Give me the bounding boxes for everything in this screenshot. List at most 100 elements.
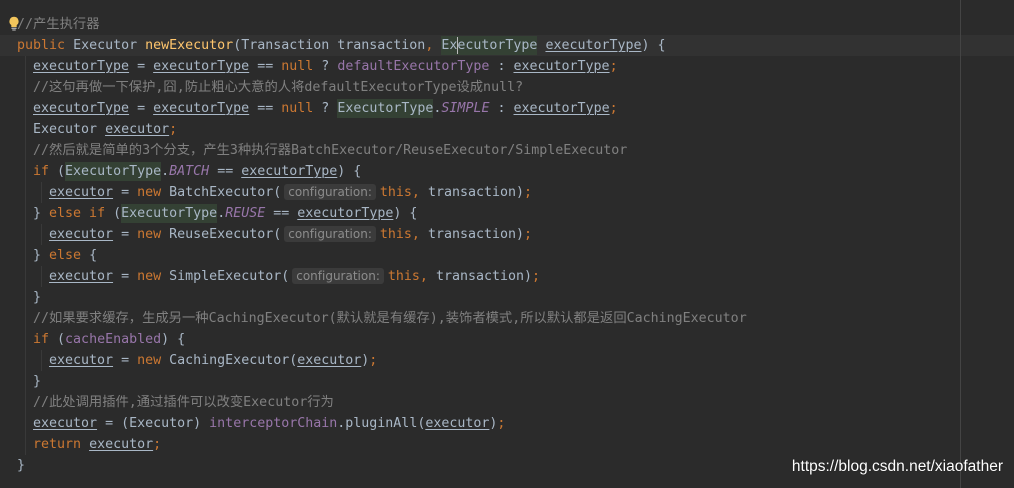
code-line[interactable]: Executor executor; — [0, 119, 1014, 140]
parameter-name-hint: configuration: — [284, 184, 376, 200]
code-line[interactable]: executor = (Executor) interceptorChain.p… — [0, 413, 1014, 434]
keyword-token: new — [137, 269, 162, 284]
code-line[interactable]: //如果要求缓存，生成另一种CachingExecutor(默认就是有缓存),装… — [0, 308, 1014, 329]
operator: == — [257, 59, 274, 74]
operator: : — [497, 101, 506, 116]
code-text: ) { — [337, 164, 362, 179]
code-line[interactable]: executor = new BatchExecutor(configurati… — [0, 182, 1014, 203]
keyword-token: new — [137, 227, 162, 242]
field-reference: defaultExecutorType — [337, 59, 490, 74]
code-line[interactable]: executor = new ReuseExecutor(configurati… — [0, 224, 1014, 245]
code-comment: //然后就是简单的3个分支，产生3种执行器BatchExecutor/Reuse… — [33, 143, 628, 158]
variable-reference: executorType — [241, 164, 338, 179]
code-line[interactable]: return executor; — [0, 434, 1014, 455]
field-reference: interceptorChain — [209, 416, 338, 431]
text-caret — [457, 37, 459, 54]
code-line[interactable]: executor = new SimpleExecutor(configurat… — [0, 266, 1014, 287]
parameter-list-text: (Transaction transaction — [233, 38, 426, 53]
code-line[interactable]: //这句再做一下保护,囧,防止粗心大意的人将defaultExecutorTyp… — [0, 77, 1014, 98]
enum-constant: BATCH — [169, 164, 210, 179]
operator: = — [121, 185, 130, 200]
punctuation: , — [411, 185, 420, 200]
punctuation: ; — [524, 227, 533, 242]
code-line[interactable]: //然后就是简单的3个分支，产生3种执行器BatchExecutor/Reuse… — [0, 140, 1014, 161]
operator: = — [105, 416, 114, 431]
code-line[interactable]: if (cacheEnabled) { — [0, 329, 1014, 350]
constructor-call: SimpleExecutor( — [169, 269, 290, 284]
code-text: { — [89, 248, 98, 263]
operator: ? — [321, 59, 330, 74]
operator: == — [273, 206, 290, 221]
variable-reference: executor — [297, 353, 362, 368]
punctuation: ; — [532, 269, 541, 284]
code-line[interactable]: } else if (ExecutorType.REUSE == executo… — [0, 203, 1014, 224]
keyword-token: else — [49, 248, 82, 263]
punctuation: ; — [497, 416, 506, 431]
code-text: transaction) — [427, 185, 525, 200]
code-line[interactable]: executorType = executorType == null ? de… — [0, 56, 1014, 77]
field-reference: cacheEnabled — [65, 332, 162, 347]
method-call: .pluginAll( — [337, 416, 426, 431]
code-line[interactable]: //此处调用插件,通过插件可以改变Executor行为 — [0, 392, 1014, 413]
keyword-token: return — [33, 437, 82, 452]
code-text: ) { — [641, 38, 666, 53]
operator: == — [257, 101, 274, 116]
variable-reference: executorType — [33, 101, 130, 116]
keyword-token: null — [281, 59, 314, 74]
code-comment: //这句再做一下保护,囧,防止粗心大意的人将defaultExecutorTyp… — [33, 80, 524, 95]
type-usage-highlight: ExecutorType — [65, 162, 162, 181]
enum-constant: REUSE — [225, 206, 266, 221]
variable-reference: executorType — [513, 59, 610, 74]
operator: = — [137, 101, 146, 116]
code-text: } — [17, 458, 26, 473]
keyword-token: null — [281, 101, 314, 116]
method-declaration-name: newExecutor — [145, 38, 234, 53]
code-line[interactable]: if (ExecutorType.BATCH == executorType) … — [0, 161, 1014, 182]
variable-reference: executor — [89, 437, 154, 452]
code-area[interactable]: //产生执行器 public Executor newExecutor(Tran… — [0, 14, 1014, 476]
type-name: Executor — [33, 122, 98, 137]
punctuation: ; — [369, 353, 378, 368]
code-line[interactable]: } — [0, 287, 1014, 308]
punctuation: ; — [609, 101, 618, 116]
lightbulb-icon[interactable] — [8, 16, 20, 31]
keyword-token: if — [33, 164, 50, 179]
variable-reference: executor — [425, 416, 490, 431]
code-text: } — [33, 248, 42, 263]
enum-constant: SIMPLE — [441, 101, 490, 116]
constructor-call: ReuseExecutor( — [169, 227, 282, 242]
code-text: ( — [113, 206, 122, 221]
operator: = — [121, 269, 130, 284]
code-line[interactable]: //产生执行器 — [0, 14, 1014, 35]
code-text: transaction) — [435, 269, 533, 284]
variable-reference: executor — [49, 353, 114, 368]
variable-reference: executor — [33, 416, 98, 431]
punctuation: , — [411, 227, 420, 242]
code-text: ( — [57, 164, 66, 179]
keyword-token: new — [137, 353, 162, 368]
punctuation: ; — [169, 122, 178, 137]
punctuation: ; — [524, 185, 533, 200]
variable-reference: executorType — [545, 38, 642, 53]
code-line[interactable]: executor = new CachingExecutor(executor)… — [0, 350, 1014, 371]
punctuation: , — [419, 269, 428, 284]
type-usage-highlight: ExecutorType — [441, 36, 538, 55]
code-line[interactable]: public Executor newExecutor(Transaction … — [0, 35, 1014, 56]
code-line[interactable]: } else { — [0, 245, 1014, 266]
code-comment: //此处调用插件,通过插件可以改变Executor行为 — [33, 395, 334, 410]
punctuation: ; — [153, 437, 162, 452]
keyword-token: public — [17, 38, 66, 53]
code-line[interactable]: executorType = executorType == null ? Ex… — [0, 98, 1014, 119]
code-comment: //如果要求缓存，生成另一种CachingExecutor(默认就是有缓存),装… — [33, 311, 747, 326]
variable-reference: executor — [49, 227, 114, 242]
code-editor[interactable]: //产生执行器 public Executor newExecutor(Tran… — [0, 0, 1014, 488]
type-usage-highlight: ExecutorType — [121, 204, 218, 223]
code-text: . — [161, 164, 170, 179]
constructor-call: CachingExecutor( — [169, 353, 298, 368]
code-line[interactable]: } — [0, 371, 1014, 392]
cast-expression: (Executor) — [121, 416, 202, 431]
parameter-name-hint: configuration: — [292, 268, 384, 284]
keyword-token: new — [137, 185, 162, 200]
variable-reference: executorType — [153, 101, 250, 116]
code-comment: //产生执行器 — [17, 17, 100, 32]
